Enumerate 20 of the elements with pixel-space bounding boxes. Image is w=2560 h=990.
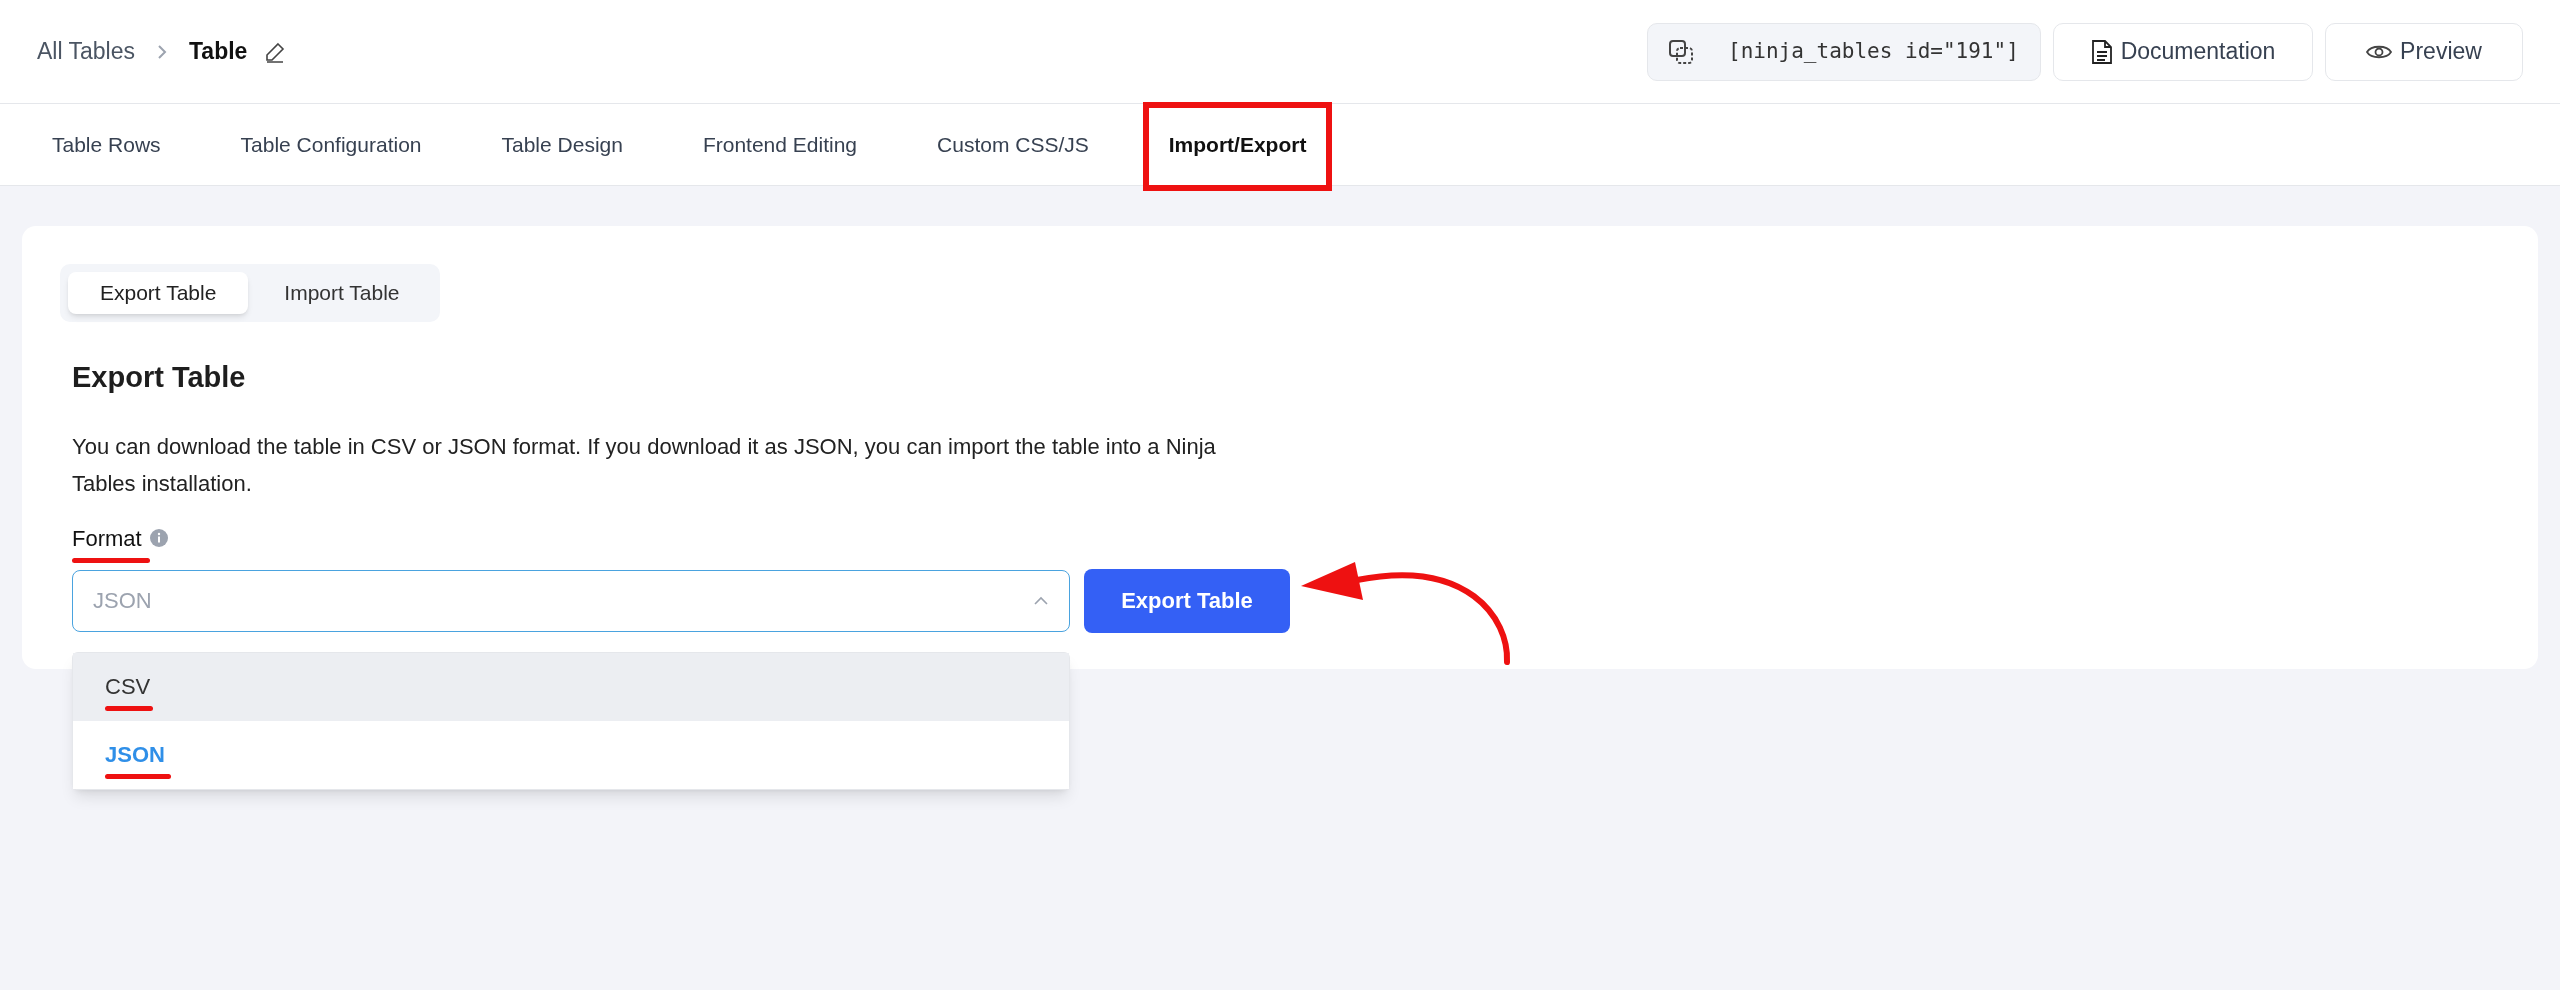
chevron-up-icon bbox=[1033, 595, 1049, 606]
breadcrumb-link[interactable]: All Tables bbox=[37, 34, 136, 69]
documentation-button[interactable]: Documentation bbox=[2053, 22, 2313, 81]
nav-tab[interactable]: Frontend Editing bbox=[662, 104, 898, 185]
section-description: You can download the table in CSV or JSON format. If you download it as JSON, you can import the table into a Ninja Tables installation. bbox=[72, 432, 1217, 498]
nav-tab[interactable]: Custom CSS/JS bbox=[897, 104, 1129, 185]
shortcode-copy-box[interactable]: [ninja_tables id="191"] bbox=[1647, 22, 2041, 81]
export-button[interactable]: Export Table bbox=[1084, 568, 1290, 633]
document-icon bbox=[2090, 38, 2113, 65]
sub-tab[interactable]: Export Table bbox=[68, 272, 249, 314]
nav-tab[interactable]: Import/Export bbox=[1128, 104, 1347, 185]
nav-tab[interactable]: Table Design bbox=[461, 104, 663, 185]
format-label: Format bbox=[72, 521, 142, 555]
breadcrumb-current: Table bbox=[189, 37, 248, 67]
preview-button[interactable]: Preview bbox=[2325, 22, 2523, 81]
nav-tab[interactable]: Table Rows bbox=[12, 104, 201, 185]
section-title: Export Table bbox=[72, 360, 246, 395]
sub-tab[interactable]: Import Table bbox=[252, 272, 432, 314]
nav-tab[interactable]: Table Configuration bbox=[200, 104, 462, 185]
dropdown-option[interactable]: CSV bbox=[73, 652, 1069, 721]
